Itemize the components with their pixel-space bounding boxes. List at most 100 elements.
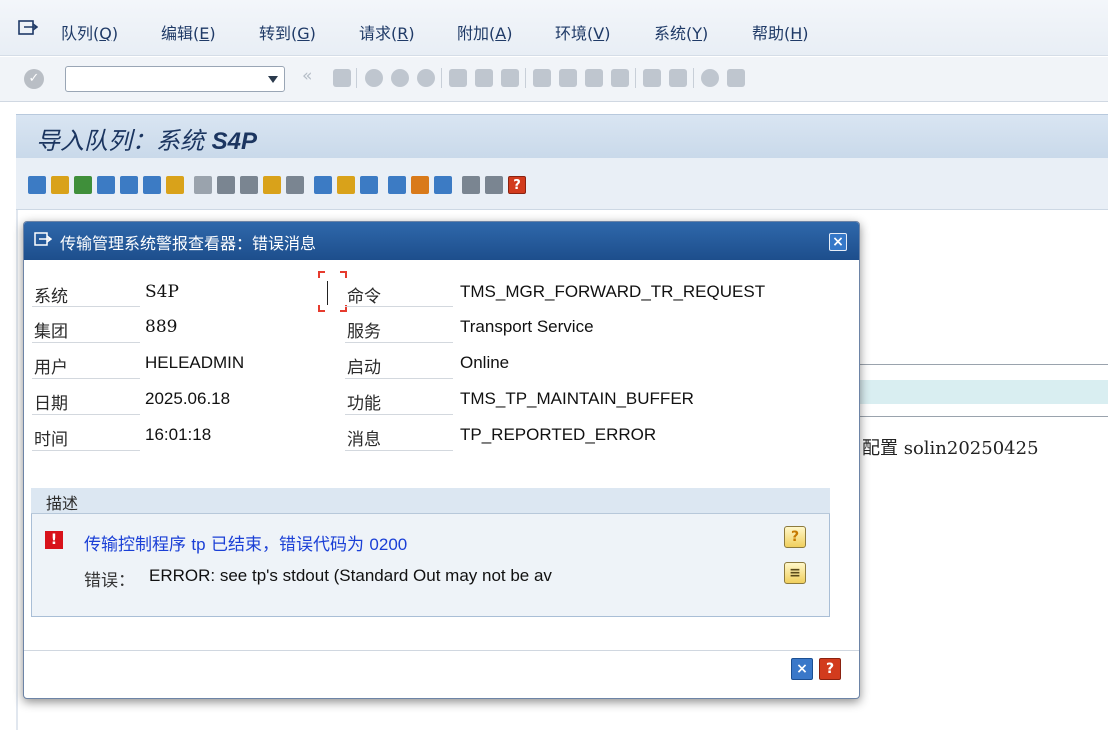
value-user: HELEADMIN bbox=[145, 353, 245, 372]
last-page-icon[interactable] bbox=[611, 69, 629, 87]
sort-ascending-icon[interactable] bbox=[51, 176, 69, 194]
description-title: 描述 bbox=[46, 494, 79, 513]
bg-divider bbox=[860, 364, 1108, 365]
value-message: TP_REPORTED_ERROR bbox=[460, 425, 657, 444]
footer-divider bbox=[24, 650, 859, 651]
bg-highlight-row bbox=[860, 380, 1108, 404]
back-icon[interactable] bbox=[365, 69, 383, 87]
command-input[interactable] bbox=[70, 69, 260, 89]
field-underline bbox=[32, 450, 140, 451]
text-cursor bbox=[327, 281, 328, 305]
value-start: Online bbox=[460, 353, 510, 372]
menu-help[interactable]: 帮助(H) bbox=[752, 20, 809, 44]
field-underline bbox=[345, 306, 453, 307]
check-circle-icon[interactable]: ✓ bbox=[24, 69, 44, 89]
field-underline bbox=[32, 306, 140, 307]
message-help-icon[interactable]: ? bbox=[784, 526, 806, 548]
monitor-icon[interactable] bbox=[388, 176, 406, 194]
command-field[interactable] bbox=[65, 66, 285, 92]
error-detail-text: ERROR: see tp's stdout (Standard Out may… bbox=[149, 566, 552, 585]
refresh-icon[interactable] bbox=[28, 176, 46, 194]
app-help-icon[interactable]: ? bbox=[508, 176, 526, 194]
previous-page-icon[interactable] bbox=[559, 69, 577, 87]
new-session-icon[interactable] bbox=[643, 69, 661, 87]
next-page-icon[interactable] bbox=[585, 69, 603, 87]
help-button[interactable]: ? bbox=[819, 658, 841, 680]
menu-goto[interactable]: 转到(G) bbox=[259, 20, 316, 44]
focus-corner bbox=[340, 271, 347, 278]
dialog-title: 传输管理系统警报查看器：错误消息 bbox=[60, 234, 317, 253]
details-icon[interactable] bbox=[286, 176, 304, 194]
value-service: Transport Service bbox=[460, 317, 594, 336]
focus-corner bbox=[318, 271, 325, 278]
toolbar-separator bbox=[356, 68, 357, 88]
label-message: 消息 bbox=[347, 430, 381, 450]
find-icon[interactable] bbox=[475, 69, 493, 87]
bg-divider bbox=[860, 416, 1108, 417]
hierarchy-icon[interactable] bbox=[166, 176, 184, 194]
export-icon bbox=[34, 232, 52, 246]
document-icon[interactable] bbox=[217, 176, 235, 194]
overview-icon[interactable] bbox=[434, 176, 452, 194]
first-page-icon[interactable] bbox=[533, 69, 551, 87]
glasses-icon[interactable] bbox=[194, 176, 212, 194]
toolbar-separator bbox=[525, 68, 526, 88]
value-function: TMS_TP_MAINTAIN_BUFFER bbox=[460, 389, 694, 408]
error-message: 传输控制程序 tp 已结束，错误代码为 0200 bbox=[84, 535, 408, 555]
long-text-icon[interactable]: ≡ bbox=[784, 562, 806, 584]
field-underline bbox=[345, 450, 453, 451]
print-icon[interactable] bbox=[449, 69, 467, 87]
bg-config-text: 配置 solin20250425 bbox=[862, 438, 1039, 459]
zoom-icon[interactable] bbox=[120, 176, 138, 194]
list-icon[interactable] bbox=[240, 176, 258, 194]
shortcut-icon[interactable] bbox=[669, 69, 687, 87]
import-truck-icon[interactable] bbox=[337, 176, 355, 194]
value-client: 889 bbox=[145, 317, 178, 337]
layout-menu-icon[interactable] bbox=[727, 69, 745, 87]
field-underline bbox=[345, 378, 453, 379]
field-underline bbox=[32, 378, 140, 379]
value-system: S4P bbox=[145, 282, 179, 302]
find-next-icon[interactable] bbox=[501, 69, 519, 87]
log-icon[interactable] bbox=[263, 176, 281, 194]
settings-list-icon[interactable] bbox=[485, 176, 503, 194]
import-all-truck-icon[interactable] bbox=[360, 176, 378, 194]
close-icon[interactable]: × bbox=[829, 233, 847, 251]
collapse-toolbar-icon[interactable]: « bbox=[302, 66, 312, 86]
description-header bbox=[31, 488, 830, 514]
save-icon[interactable] bbox=[333, 69, 351, 87]
lock-icon[interactable] bbox=[314, 176, 332, 194]
label-command: 命令 bbox=[347, 287, 381, 307]
label-time: 时间 bbox=[34, 430, 68, 450]
cancel-icon[interactable] bbox=[417, 69, 435, 87]
label-date: 日期 bbox=[34, 394, 68, 414]
cancel-button[interactable]: × bbox=[791, 658, 813, 680]
chevron-down-icon[interactable] bbox=[268, 76, 278, 83]
select-icon[interactable] bbox=[97, 176, 115, 194]
filter-icon[interactable] bbox=[74, 176, 92, 194]
menu-export-icon[interactable] bbox=[18, 20, 38, 36]
menu-system[interactable]: 系统(Y) bbox=[654, 20, 708, 44]
field-underline bbox=[345, 414, 453, 415]
page-title: 导入队列：系统 S4P bbox=[36, 127, 258, 155]
menu-request[interactable]: 请求(R) bbox=[359, 20, 415, 44]
menu-queue[interactable]: 队列(Q) bbox=[61, 20, 118, 44]
focus-corner bbox=[318, 305, 325, 312]
legend-icon[interactable] bbox=[462, 176, 480, 194]
menu-edit[interactable]: 编辑(E) bbox=[161, 20, 216, 44]
label-user: 用户 bbox=[34, 358, 68, 378]
value-date: 2025.06.18 bbox=[145, 389, 231, 408]
label-system: 系统 bbox=[34, 287, 68, 307]
toolbar-separator bbox=[635, 68, 636, 88]
exit-icon[interactable] bbox=[391, 69, 409, 87]
funnel-icon[interactable] bbox=[143, 176, 161, 194]
menu-environment[interactable]: 环境(V) bbox=[555, 20, 610, 44]
history-icon[interactable] bbox=[411, 176, 429, 194]
toolbar-separator bbox=[441, 68, 442, 88]
menu-extras[interactable]: 附加(A) bbox=[457, 20, 512, 44]
help-icon[interactable] bbox=[701, 69, 719, 87]
field-underline bbox=[32, 414, 140, 415]
field-underline bbox=[345, 342, 453, 343]
label-client: 集团 bbox=[34, 322, 68, 342]
label-function: 功能 bbox=[347, 394, 381, 414]
